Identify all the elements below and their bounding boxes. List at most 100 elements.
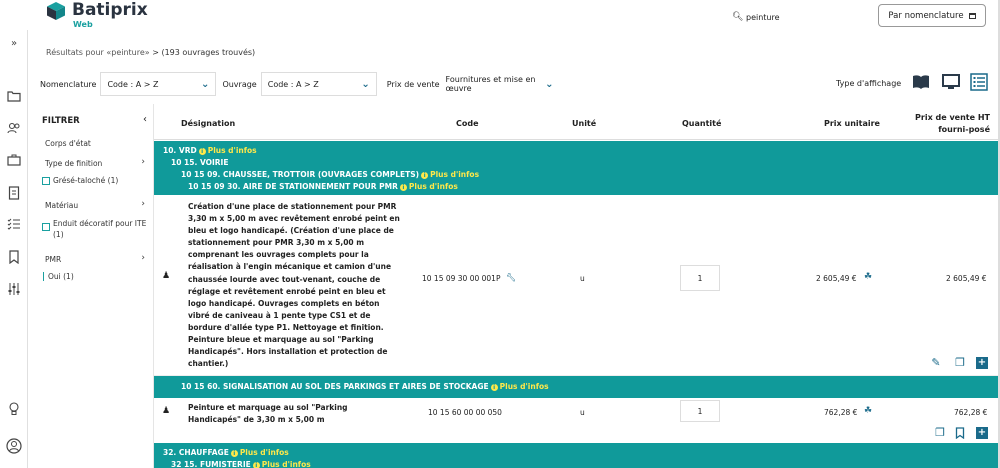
col-designation[interactable]: Désignation <box>181 119 235 128</box>
info-icon: i <box>230 449 238 457</box>
app-name: Batiprix <box>72 0 148 20</box>
section-title: 10 15 60. SIGNALISATION AU SOL DES PARKI… <box>181 382 489 391</box>
row-unite: u <box>580 274 585 283</box>
section-title: 10. VRD <box>163 146 197 155</box>
price-detail-icon[interactable]: ☘︎ <box>864 406 872 416</box>
user-account-icon[interactable] <box>6 438 22 454</box>
plus-infos-link[interactable]: Plus d'infos <box>208 146 257 155</box>
prix-vente-label: Prix de vente <box>386 79 440 89</box>
section-header-vrd: 10. VRD i Plus d'infos 10 15. VOIRIE 10 15… <box>154 141 1000 195</box>
filter-group-materiau[interactable]: Matériau <box>45 201 78 210</box>
plus-infos-link[interactable]: Plus d'infos <box>262 460 311 468</box>
chevron-right-icon[interactable]: › <box>141 253 145 263</box>
pmr-icon: ♟︎ <box>162 406 171 416</box>
table-row[interactable]: ♟︎ Peinture et marquage au sol "Parking … <box>154 398 1000 443</box>
filter-option-enduit-decoratif[interactable]: Enduit décoratif pour ITE (1) <box>42 218 148 240</box>
search-input[interactable] <box>746 12 836 22</box>
info-icon: i <box>252 461 260 468</box>
info-icon: i <box>399 183 407 191</box>
section-line: 32. CHAUFFAGE i Plus d'infos <box>163 448 289 457</box>
section-title: 10 15 09 30. AIRE DE STATIONNEMENT POUR … <box>188 182 398 191</box>
section-line: 10 15. VOIRIE <box>171 158 228 167</box>
search-box[interactable]: 🔍︎ <box>732 8 852 26</box>
chevron-right-icon[interactable]: › <box>141 157 145 167</box>
checklist-icon[interactable] <box>6 218 22 234</box>
quantity-value: 1 <box>697 406 703 416</box>
briefcase-icon[interactable] <box>6 154 22 170</box>
app-logo[interactable]: Batiprix Web <box>46 0 148 29</box>
lightbulb-icon[interactable] <box>6 402 22 418</box>
info-icon: i <box>198 147 206 155</box>
collapse-filter-icon[interactable]: ‹ <box>143 114 147 125</box>
quantity-input[interactable]: 1 <box>680 265 720 291</box>
section-line: 10 15 09. CHAUSSEE, TROTTOIR (OUVRAGES C… <box>181 170 479 179</box>
search-icon: 🔍︎ <box>732 12 744 22</box>
filter-option-grese-taloche[interactable]: Grésé-taloché (1) <box>42 176 118 185</box>
info-icon: i <box>421 171 429 179</box>
users-icon[interactable] <box>6 122 22 138</box>
section-header-signalisation: 10 15 60. SIGNALISATION AU SOL DES PARKI… <box>154 376 1000 398</box>
copy-icon[interactable]: ❐ <box>954 357 966 369</box>
plus-infos-link[interactable]: Plus d'infos <box>240 448 289 457</box>
section-line: 10 15 60. SIGNALISATION AU SOL DES PARKI… <box>181 382 549 391</box>
section-title: 32 15. FUMISTERIE <box>171 460 251 468</box>
plus-infos-link[interactable]: Plus d'infos <box>430 170 479 179</box>
filter-group-corps-etat[interactable]: Corps d'état <box>45 139 91 148</box>
section-header-chauffage: 32. CHAUFFAGE i Plus d'infos 32 15. FUMIST… <box>154 443 1000 468</box>
chevron-down-icon: ⌄ <box>201 78 210 90</box>
bookmark-list-icon[interactable] <box>6 250 22 266</box>
book-view-icon[interactable] <box>912 73 930 91</box>
filter-group-pmr[interactable]: PMR <box>45 255 61 264</box>
plus-infos-link[interactable]: Plus d'infos <box>500 382 549 391</box>
expand-sidebar-icon[interactable]: » <box>6 36 22 52</box>
nomenclature-button[interactable]: Par nomenclature <box>878 4 986 27</box>
breadcrumb: Résultats pour «peinture» > (193 ouvrage… <box>46 48 255 57</box>
document-icon[interactable] <box>6 186 22 202</box>
bookmark-icon[interactable] <box>954 427 966 440</box>
nomenclature-sort-select[interactable]: Code : A > Z ⌄ <box>100 72 217 96</box>
folder-icon[interactable] <box>6 90 22 106</box>
col-prix-unitaire[interactable]: Prix unitaire <box>824 119 880 128</box>
checkbox[interactable] <box>42 223 50 231</box>
edit-icon[interactable]: ✎ <box>930 357 942 369</box>
table-row[interactable]: ♟︎ Création d'une place de stationnement… <box>154 195 1000 376</box>
sliders-icon[interactable] <box>6 282 22 298</box>
monitor-view-icon[interactable] <box>942 73 960 91</box>
wrench-icon[interactable]: 🔧︎ <box>506 273 516 282</box>
col-code[interactable]: Code <box>456 119 479 128</box>
ouvrage-sort-select[interactable]: Code : A > Z ⌄ <box>260 72 377 96</box>
row-unite: u <box>580 408 585 417</box>
section-title: 10 15 09. CHAUSSEE, TROTTOIR (OUVRAGES C… <box>181 170 420 179</box>
col-quantite[interactable]: Quantité <box>682 119 721 128</box>
add-icon[interactable]: + <box>976 427 988 439</box>
ouvrage-sort-label: Ouvrage <box>222 79 257 89</box>
row-prix-unitaire: 2 605,49 € <box>816 274 857 283</box>
top-bar: Batiprix Web 🔍︎ Par nomenclature <box>0 0 1000 40</box>
display-type-label: Type d'affichage <box>836 79 902 88</box>
filter-group-type-finition[interactable]: Type de finition <box>45 159 102 168</box>
row-code[interactable]: 10 15 60 00 00 050 <box>428 408 502 417</box>
row-prix-vente: 762,28 € <box>954 408 988 417</box>
app-subname: Web <box>73 20 93 29</box>
filter-option-pmr-oui[interactable]: Oui (1) <box>42 272 74 281</box>
checkbox[interactable] <box>42 177 50 185</box>
row-code[interactable]: 10 15 09 30 00 001P <box>422 274 500 283</box>
add-icon[interactable]: + <box>976 357 988 369</box>
prix-vente-select[interactable]: Fournitures et mise en œuvre ⌄ <box>444 72 556 96</box>
price-detail-icon[interactable]: ☘︎ <box>864 272 872 282</box>
chevron-right-icon[interactable]: › <box>141 199 145 209</box>
filter-option-label: Oui (1) <box>48 272 74 281</box>
section-title: 10 15. VOIRIE <box>171 158 229 167</box>
row-description: Peinture et marquage au sol "Parking Han… <box>188 403 348 425</box>
sort-filter-bar: Nomenclature Code : A > Z ⌄ Ouvrage Code… <box>40 72 562 96</box>
copy-icon[interactable]: ❐ <box>934 427 946 439</box>
nomenclature-sort-label: Nomenclature <box>40 79 97 89</box>
col-unite[interactable]: Unité <box>572 119 596 128</box>
breadcrumb-results[interactable]: Résultats pour «peinture» <box>46 48 150 57</box>
nomenclature-sort-value: Code : A > Z <box>107 79 159 89</box>
plus-infos-link[interactable]: Plus d'infos <box>409 182 458 191</box>
list-view-icon[interactable] <box>970 73 988 91</box>
filter-option-label: Grésé-taloché (1) <box>53 176 119 185</box>
quantity-input[interactable]: 1 <box>680 400 720 422</box>
col-prix-vente[interactable]: Prix de vente HT fourni-posé <box>882 112 990 136</box>
